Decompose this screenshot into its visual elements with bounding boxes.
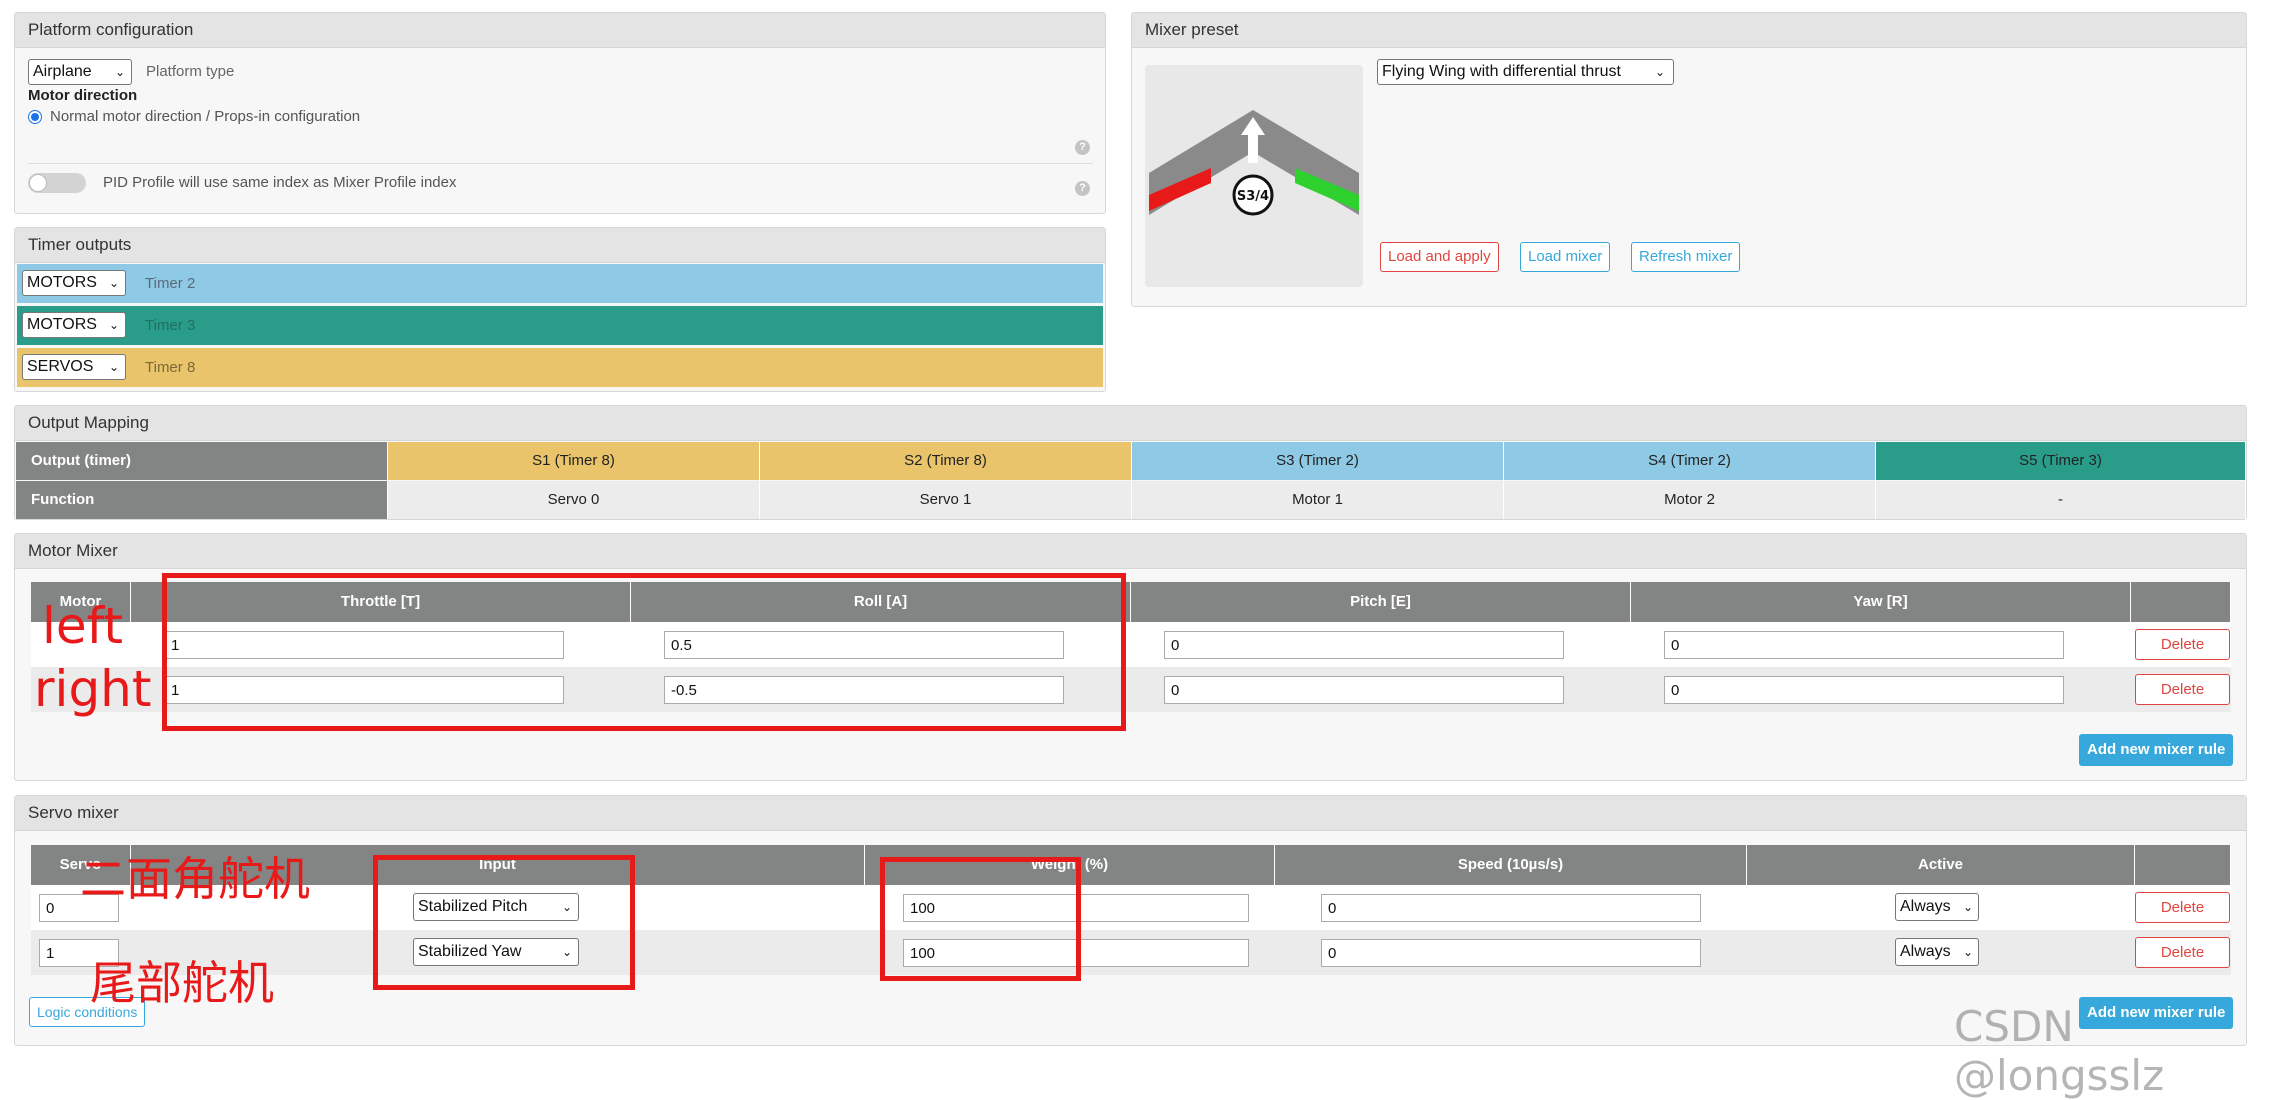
right-annotation: right [34, 660, 152, 718]
delete-button[interactable]: Delete [2135, 937, 2230, 968]
chevron-down-icon: ⌄ [108, 360, 119, 374]
chevron-down-icon: ⌄ [108, 318, 119, 332]
add-motor-mixer-rule-button[interactable]: Add new mixer rule [2079, 734, 2234, 766]
table-row: Stabilized Pitch ⌄ Always ⌄ Delete [31, 885, 2231, 930]
toggle-knob-icon [29, 174, 47, 192]
help-icon[interactable]: ? [1075, 140, 1090, 155]
yaw-column-header: Yaw [R] [1631, 582, 2131, 622]
output-mapping-panel: Output Mapping Output (timer) Function S… [14, 405, 2247, 520]
active-value: Always [1900, 898, 1951, 915]
platform-type-label: Platform type [146, 63, 235, 80]
motor-direction-heading: Motor direction [28, 87, 138, 104]
pid-profile-toggle[interactable] [28, 173, 86, 193]
timer-row: SERVOS ⌄ Timer 8 [17, 348, 1103, 387]
refresh-mixer-button[interactable]: Refresh mixer [1631, 242, 1741, 272]
function-cell: - [1876, 481, 2246, 519]
motor-direction-option-label: Normal motor direction / Props-in config… [50, 108, 361, 125]
yaw-input[interactable] [1664, 676, 2064, 704]
tail-servo-annotation: 尾部舵机 [90, 956, 274, 1010]
servo-weight-highlight-box [880, 857, 1081, 981]
output-cell: S4 (Timer 2) [1504, 442, 1876, 480]
left-annotation: left [42, 597, 123, 655]
timer-row: MOTORS ⌄ Timer 3 [17, 306, 1103, 345]
speed-input[interactable] [1321, 939, 1701, 967]
timer-mode-value: SERVOS [27, 358, 94, 375]
timer-mode-select[interactable]: SERVOS ⌄ [22, 354, 126, 380]
table-row: Stabilized Yaw ⌄ Always ⌄ Delete [31, 930, 2231, 975]
function-cell: Motor 1 [1132, 481, 1504, 519]
active-select[interactable]: Always ⌄ [1895, 938, 1979, 966]
output-cell: S3 (Timer 2) [1132, 442, 1504, 480]
mixer-preset-select[interactable]: Flying Wing with differential thrust ⌄ [1377, 59, 1674, 85]
dihedral-servo-annotation: 二面角舵机 [80, 852, 310, 906]
output-cell: S2 (Timer 8) [760, 442, 1132, 480]
pid-profile-label: PID Profile will use same index as Mixer… [103, 174, 457, 191]
timer-mode-value: MOTORS [27, 316, 97, 333]
load-and-apply-button[interactable]: Load and apply [1380, 242, 1499, 272]
watermark: CSDN @longsslz [1954, 1002, 2165, 1100]
delete-button[interactable]: Delete [2135, 629, 2230, 660]
motor-mixer-title: Motor Mixer [15, 534, 2246, 569]
output-cell: S5 (Timer 3) [1876, 442, 2246, 480]
pitch-input[interactable] [1164, 676, 1564, 704]
chevron-down-icon: ⌄ [1962, 900, 1973, 914]
delete-button[interactable]: Delete [2135, 892, 2230, 923]
chevron-down-icon: ⌄ [108, 276, 119, 290]
speed-input[interactable] [1321, 894, 1701, 922]
radio-dot-icon [31, 113, 39, 121]
chevron-down-icon: ⌄ [114, 65, 125, 79]
servo-mixer-panel: Servo mixer Servo Input Weight (%) Speed… [14, 795, 2247, 1046]
motor-direction-radio[interactable] [28, 110, 42, 124]
timer-row: MOTORS ⌄ Timer 2 [17, 264, 1103, 303]
active-value: Always [1900, 943, 1951, 960]
servo-input-highlight-box [373, 855, 635, 990]
speed-column-header: Speed (10µs/s) [1275, 845, 1747, 885]
active-column-header: Active [1747, 845, 2135, 885]
chevron-down-icon: ⌄ [1654, 65, 1665, 79]
function-row-label: Function [16, 481, 388, 519]
active-select[interactable]: Always ⌄ [1895, 893, 1979, 921]
timer-name: Timer 3 [145, 317, 196, 334]
help-icon[interactable]: ? [1075, 181, 1090, 196]
function-cell: Servo 0 [388, 481, 760, 519]
output-cell: S1 (Timer 8) [388, 442, 760, 480]
timer-name: Timer 2 [145, 275, 196, 292]
mixer-preset-value: Flying Wing with differential thrust [1382, 63, 1621, 80]
roll-throttle-highlight-box [162, 573, 1126, 731]
platform-type-value: Airplane [33, 63, 92, 80]
chevron-down-icon: ⌄ [1962, 945, 1973, 959]
output-row-label-text: Output (timer) [31, 452, 131, 469]
delete-button[interactable]: Delete [2135, 674, 2230, 705]
divider [28, 163, 1093, 164]
function-cell: Motor 2 [1504, 481, 1876, 519]
actions-column-header [2131, 582, 2231, 622]
mixer-preset-title: Mixer preset [1132, 13, 2246, 48]
timer-mode-value: MOTORS [27, 274, 97, 291]
output-row-label: Output (timer) [16, 442, 388, 480]
mixer-preset-panel: Mixer preset S3/4 Flying Wing with diffe… [1131, 12, 2247, 307]
actions-column-header [2135, 845, 2231, 885]
timer-mode-select[interactable]: MOTORS ⌄ [22, 270, 126, 296]
servo-mixer-title: Servo mixer [15, 796, 2246, 831]
platform-type-select[interactable]: Airplane ⌄ [28, 59, 132, 85]
timer-outputs-panel: Timer outputs MOTORS ⌄ Timer 2 MOTORS ⌄ … [14, 227, 1106, 392]
timer-name: Timer 8 [145, 359, 196, 376]
output-mapping-title: Output Mapping [15, 406, 2246, 441]
timer-mode-select[interactable]: MOTORS ⌄ [22, 312, 126, 338]
load-mixer-button[interactable]: Load mixer [1520, 242, 1611, 272]
flying-wing-icon: S3/4 [1149, 110, 1359, 216]
platform-configuration-panel: Platform configuration Airplane ⌄ Platfo… [14, 12, 1106, 214]
pitch-input[interactable] [1164, 631, 1564, 659]
function-cell: Servo 1 [760, 481, 1132, 519]
mixer-preset-image: S3/4 [1145, 65, 1363, 287]
function-row-label-text: Function [31, 491, 95, 508]
platform-configuration-title: Platform configuration [15, 13, 1105, 48]
timer-outputs-title: Timer outputs [15, 228, 1105, 263]
pitch-column-header: Pitch [E] [1131, 582, 1631, 622]
yaw-input[interactable] [1664, 631, 2064, 659]
servo-mark-label: S3/4 [1237, 189, 1269, 204]
